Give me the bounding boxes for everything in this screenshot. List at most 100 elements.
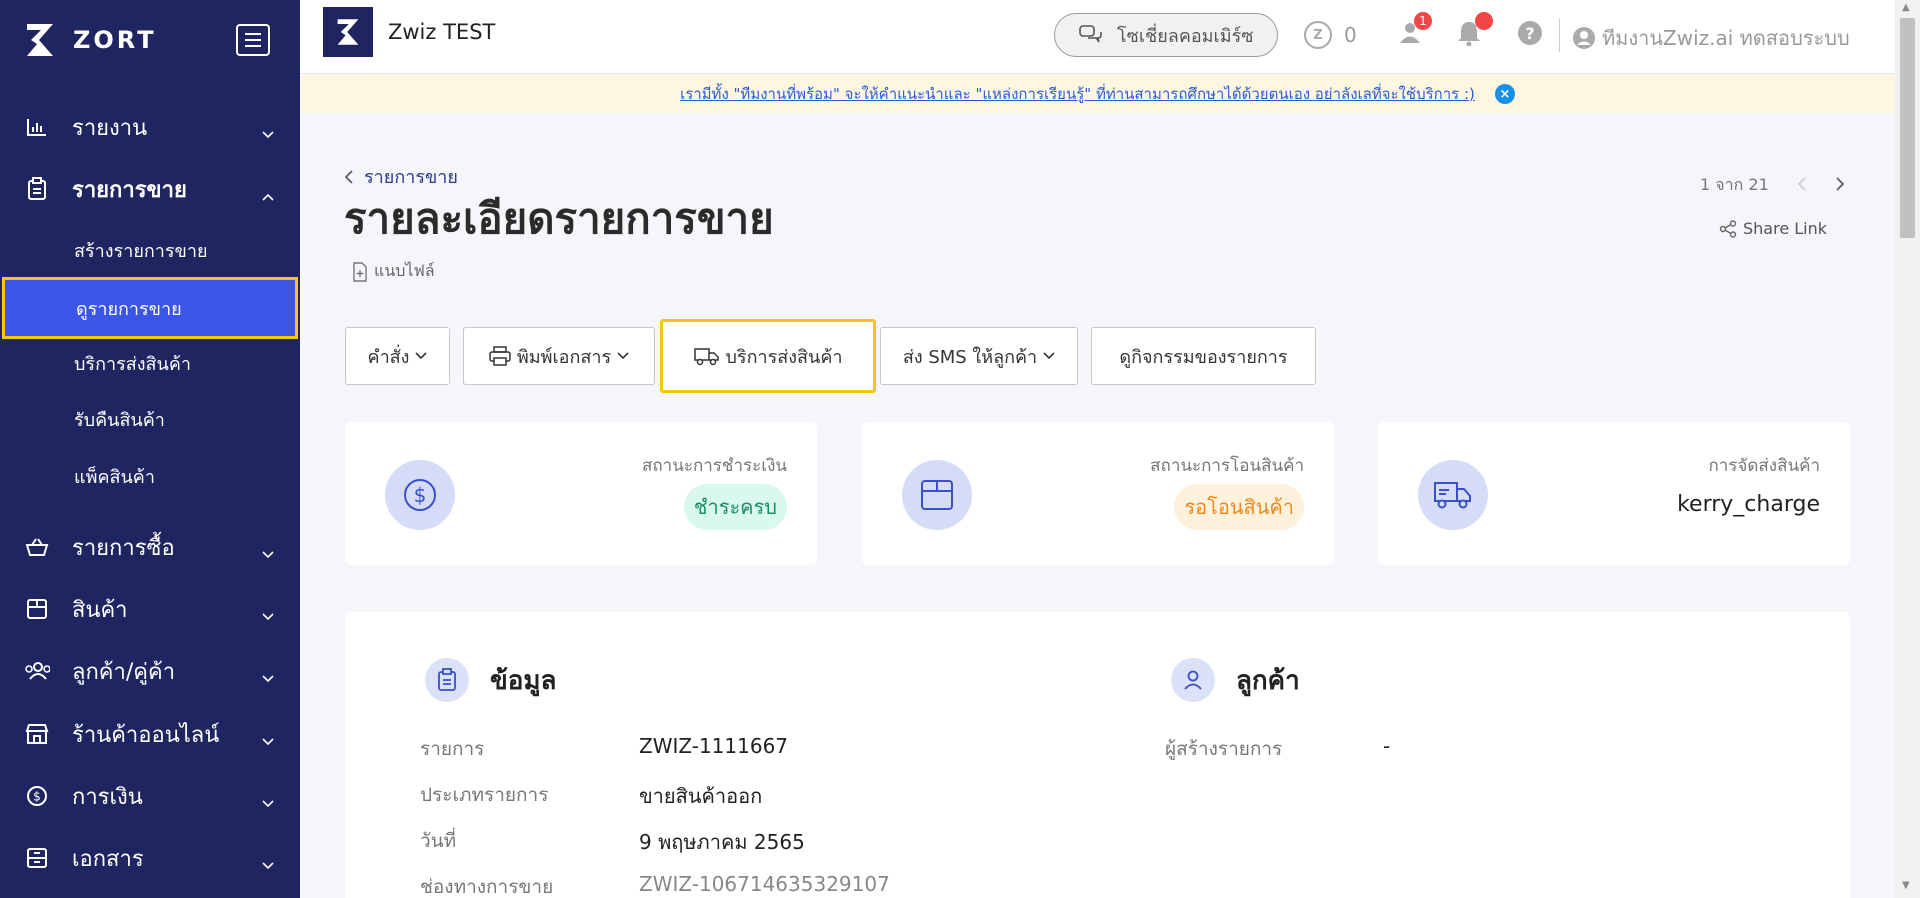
print-document-dropdown[interactable]: พิมพ์เอกสาร	[463, 327, 655, 385]
close-icon[interactable]: ×	[1494, 84, 1515, 104]
chevron-up-icon	[262, 182, 274, 207]
basket-icon	[24, 534, 50, 560]
notifications-button[interactable]	[1457, 12, 1493, 50]
print-label: พิมพ์เอกสาร	[516, 346, 612, 368]
date-label: วันที่	[420, 830, 457, 852]
user-icon	[1171, 658, 1215, 702]
workspace-logo-icon[interactable]	[323, 7, 373, 57]
sidebar: ZORT รายงาน รายการขาย สร้างรายการขาย ดูร…	[0, 0, 300, 898]
payment-status-label: สถานะการชำระเงิน	[641, 456, 787, 476]
chevron-down-icon	[262, 789, 274, 814]
coin-icon: Z	[1304, 21, 1332, 49]
order-type-label: ประเภทรายการ	[420, 784, 549, 806]
attach-label: แนบไฟล์	[374, 261, 435, 280]
sub-view-sales[interactable]: ดูรายการขาย	[2, 277, 298, 339]
help-button[interactable]: ?	[1517, 20, 1543, 50]
customer-section-title: ลูกค้า	[1236, 666, 1300, 696]
scroll-down-icon[interactable]: ▼	[1902, 880, 1910, 891]
command-label: คำสั่ง	[367, 346, 410, 368]
box-icon	[902, 460, 972, 530]
file-plus-icon	[353, 261, 367, 282]
order-number-label: รายการ	[420, 738, 485, 760]
brand-name: ZORT	[73, 26, 157, 54]
nav-label: รายงาน	[72, 115, 148, 141]
users-icon	[24, 658, 50, 684]
attach-file-button[interactable]: แนบไฟล์	[352, 259, 435, 284]
chevron-down-icon	[262, 727, 274, 752]
sales-channel-value: ZWIZ-106714635329107	[639, 872, 890, 896]
dollar-icon: $	[24, 783, 50, 809]
transfer-status-badge: รอโอนสินค้า	[1174, 484, 1304, 530]
nav-finance[interactable]: $ การเงิน	[0, 772, 300, 820]
command-dropdown[interactable]: คำสั่ง	[345, 327, 450, 385]
chevron-left-icon	[344, 169, 353, 184]
user-requests-button[interactable]: 1	[1398, 12, 1432, 48]
order-type-value: ขายสินค้าออก	[639, 784, 763, 808]
clipboard-icon	[24, 176, 50, 202]
help-icon: ?	[1518, 21, 1542, 45]
account-menu[interactable]: ทีมงานZwiz.ai ทดสอบระบบ	[1572, 22, 1850, 54]
coin-balance[interactable]: Z 0	[1304, 21, 1357, 49]
page-title: รายละเอียดรายการขาย	[344, 194, 774, 243]
send-sms-dropdown[interactable]: ส่ง SMS ให้ลูกค้า	[880, 327, 1078, 385]
nav-label: เอกสาร	[72, 846, 144, 872]
account-icon	[1573, 27, 1595, 49]
chat-icon	[1079, 25, 1102, 43]
truck-icon	[1418, 460, 1488, 530]
sales-channel-label: ช่องทางการขาย	[420, 876, 554, 898]
delivery-label: การจัดส่งสินค้า	[1708, 456, 1820, 476]
pager: 1 จาก 21	[1700, 173, 1845, 198]
chevron-down-icon	[262, 120, 274, 145]
notification-dot	[1475, 12, 1493, 30]
delivery-card: การจัดส่งสินค้า kerry_charge	[1378, 422, 1850, 565]
social-commerce-button[interactable]: โซเชี่ยลคอมเมิร์ซ	[1054, 13, 1278, 57]
share-link-button[interactable]: Share Link	[1719, 219, 1827, 238]
shipping-service-button[interactable]: บริการส่งสินค้า	[660, 319, 876, 393]
scroll-up-icon[interactable]: ▲	[1902, 2, 1910, 13]
truck-icon	[693, 348, 719, 366]
user-badge: 1	[1414, 12, 1432, 30]
banner-link[interactable]: เรามีทั้ง "ทีมงานที่พร้อม" จะให้คำแนะนำแ…	[680, 82, 1475, 106]
nav-documents[interactable]: เอกสาร	[0, 834, 300, 882]
svg-text:$: $	[414, 483, 427, 507]
scroll-thumb[interactable]	[1900, 18, 1915, 238]
store-icon	[24, 721, 50, 747]
social-commerce-label: โซเชี่ยลคอมเมิร์ซ	[1117, 25, 1254, 47]
workspace-name[interactable]: Zwiz TEST	[388, 20, 495, 44]
sub-shipping[interactable]: บริการส่งสินค้า	[0, 339, 300, 387]
topbar: Zwiz TEST โซเชี่ยลคอมเมิร์ซ Z 0 1 ? ทีมง…	[300, 0, 1895, 74]
nav-customers[interactable]: ลูกค้า/คู่ค้า	[0, 647, 300, 695]
chevron-down-icon	[617, 352, 629, 360]
chevron-down-icon	[262, 664, 274, 689]
nav-purchases[interactable]: รายการซื้อ	[0, 523, 300, 571]
next-icon[interactable]	[1835, 176, 1845, 196]
activity-label: ดูกิจกรรมของรายการ	[1119, 346, 1288, 368]
sub-create-sale[interactable]: สร้างรายการขาย	[0, 226, 300, 274]
chevron-down-icon	[262, 851, 274, 876]
zort-logo-icon	[25, 22, 55, 58]
header-divider	[1559, 18, 1560, 52]
nav-label: ลูกค้า/คู่ค้า	[72, 659, 176, 685]
view-activity-button[interactable]: ดูกิจกรรมของรายการ	[1091, 327, 1316, 385]
nav-online-store[interactable]: ร้านค้าออนไลน์	[0, 710, 300, 758]
info-section-title: ข้อมูล	[490, 666, 557, 696]
shipping-label: บริการส่งสินค้า	[725, 346, 843, 368]
info-banner: เรามีทั้ง "ทีมงานที่พร้อม" จะให้คำแนะนำแ…	[300, 75, 1895, 113]
nav-sales[interactable]: รายการขาย	[0, 165, 300, 213]
nav-products[interactable]: สินค้า	[0, 585, 300, 633]
transfer-status-card: สถานะการโอนสินค้า รอโอนสินค้า	[862, 422, 1334, 565]
sub-packing[interactable]: แพ็คสินค้า	[0, 452, 300, 500]
nav-report[interactable]: รายงาน	[0, 103, 300, 151]
date-value: 9 พฤษภาคม 2565	[639, 830, 805, 854]
sms-label: ส่ง SMS ให้ลูกค้า	[902, 346, 1038, 368]
menu-toggle-icon[interactable]	[236, 24, 270, 56]
sub-returns[interactable]: รับคืนสินค้า	[0, 395, 300, 443]
transfer-status-label: สถานะการโอนสินค้า	[1150, 456, 1304, 476]
prev-icon[interactable]	[1797, 176, 1807, 196]
creator-value: -	[1383, 734, 1391, 758]
creator-label: ผู้สร้างรายการ	[1165, 738, 1283, 760]
page-scrollbar[interactable]: ▲ ▼	[1895, 0, 1920, 898]
nav-label: สินค้า	[72, 597, 128, 623]
dollar-icon: $	[385, 460, 455, 530]
printer-icon	[489, 346, 511, 366]
